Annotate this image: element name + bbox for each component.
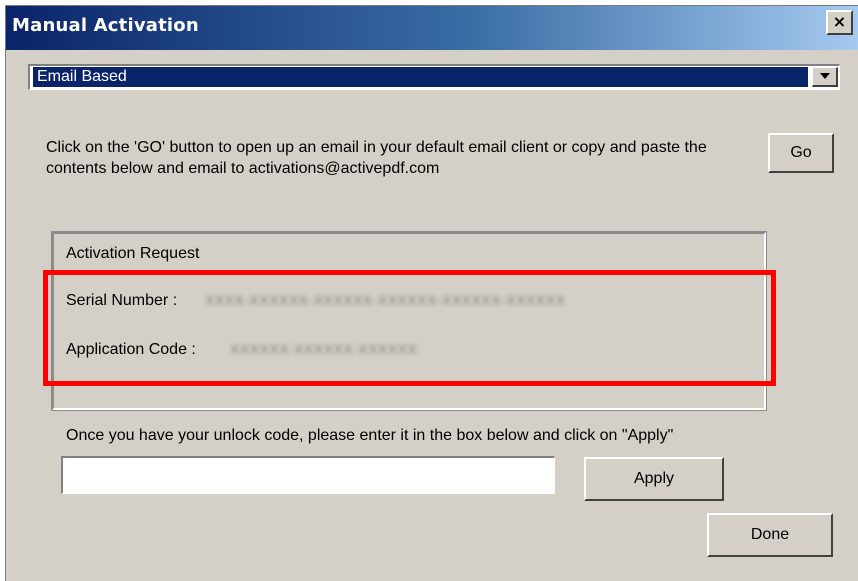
unlock-code-input[interactable]	[61, 456, 555, 494]
unlock-instruction: Once you have your unlock code, please e…	[66, 427, 674, 444]
window-title: Manual Activation	[12, 15, 199, 36]
go-button[interactable]: Go	[768, 133, 834, 173]
instructions-text: Click on the 'GO' button to open up an e…	[46, 139, 707, 177]
chevron-down-icon	[820, 73, 830, 79]
activation-method-select[interactable]: Email Based	[28, 64, 840, 90]
done-button[interactable]: Done	[707, 513, 833, 557]
highlight-box	[43, 270, 776, 386]
title-bar[interactable]: Manual Activation	[6, 6, 858, 50]
apply-button[interactable]: Apply	[584, 457, 724, 501]
dropdown-button[interactable]	[812, 67, 838, 87]
close-icon: ×	[832, 12, 847, 31]
selected-method: Email Based	[33, 67, 808, 87]
close-button[interactable]: ×	[826, 10, 853, 35]
activation-request-title: Activation Request	[66, 245, 200, 262]
